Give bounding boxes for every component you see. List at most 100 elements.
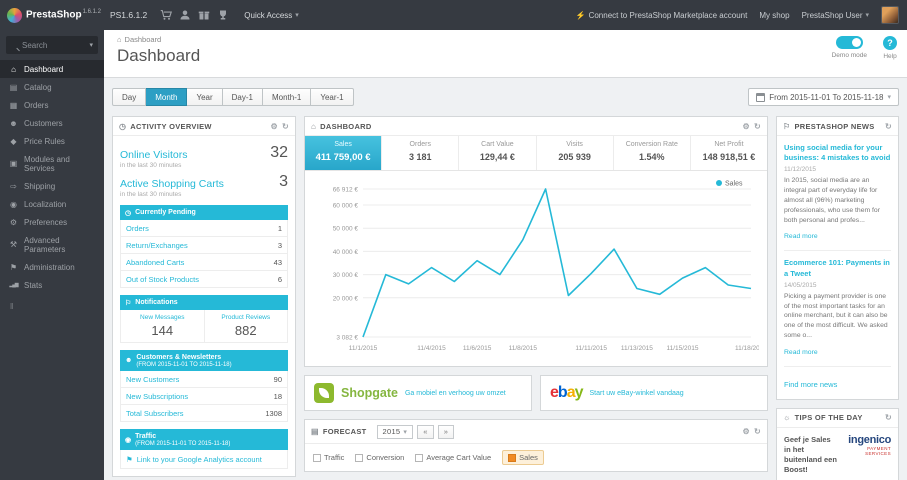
ebay-promo[interactable]: ebay Start uw eBay-winkel vandaag — [540, 375, 768, 411]
calendar-icon — [756, 92, 766, 102]
product-reviews-stat[interactable]: Product Reviews 882 — [203, 310, 288, 342]
forecast-legend-conversion[interactable]: Conversion — [355, 453, 404, 462]
shop-name-link[interactable]: PS1.6.1.2 — [110, 10, 147, 20]
read-more-link[interactable]: Read more — [784, 349, 818, 356]
svg-text:66 912 €: 66 912 € — [333, 187, 359, 194]
svg-text:11/8/2015: 11/8/2015 — [509, 345, 538, 352]
sidebar-item-modules[interactable]: ▣ Modules and Services — [0, 150, 104, 177]
shopgate-promo-link[interactable]: Ga mobiel en verhoog uw omzet — [405, 390, 506, 397]
notifications-header: ⚐ Notifications — [120, 295, 288, 310]
sidebar-item-label: Customers — [24, 118, 63, 128]
sidebar-item-shipping[interactable]: ⇨ Shipping — [0, 177, 104, 195]
kpi-orders[interactable]: Orders 3 181 — [382, 136, 460, 170]
forecast-prev-button[interactable]: « — [417, 424, 434, 439]
news-article-title[interactable]: Using social media for your business: 4 … — [784, 143, 891, 163]
kpi-conversion-rate[interactable]: Conversion Rate 1.54% — [614, 136, 691, 170]
forecast-legend-traffic[interactable]: Traffic — [313, 453, 344, 462]
sidebar-item-price-rules[interactable]: ◆ Price Rules — [0, 132, 104, 150]
kpi-sales[interactable]: Sales 411 759,00 € — [305, 136, 383, 170]
forecast-legend-average-cart-value[interactable]: Average Cart Value — [415, 453, 491, 462]
refresh-icon[interactable]: ↻ — [754, 122, 761, 131]
ebay-promo-link[interactable]: Start uw eBay-winkel vandaag — [590, 390, 684, 397]
gear-icon[interactable]: ⚙ — [743, 122, 750, 131]
user-menu[interactable]: PrestaShop User ▾ — [802, 11, 869, 20]
sidebar-item-customers[interactable]: ☻ Customers — [0, 114, 104, 132]
currently-pending-header: ◷ Currently Pending — [120, 205, 288, 220]
forecast-year-select[interactable]: 2015 ▾ — [376, 424, 414, 439]
refresh-icon[interactable]: ↻ — [885, 122, 892, 131]
range-button-day[interactable]: Day — [112, 88, 147, 106]
refresh-icon[interactable]: ↻ — [282, 122, 289, 131]
date-range-picker[interactable]: From 2015-11-01 To 2015-11-18 ▾ — [748, 88, 899, 106]
range-button-year-1[interactable]: Year-1 — [311, 88, 354, 106]
svg-text:50 000 €: 50 000 € — [333, 226, 359, 233]
pending-row-out-of-stock[interactable]: Out of Stock Products 6 — [120, 271, 288, 288]
user-avatar[interactable] — [881, 6, 899, 24]
sidebar-item-catalog[interactable]: ▤ Catalog — [0, 78, 104, 96]
sidebar-item-preferences[interactable]: ⚙ Preferences — [0, 213, 104, 231]
checkbox-icon — [508, 453, 517, 462]
sidebar-item-localization[interactable]: ◉ Localization — [0, 195, 104, 213]
refresh-icon[interactable]: ↻ — [885, 413, 892, 422]
sidebar-item-label: Catalog — [24, 82, 52, 92]
svg-text:11/15/2015: 11/15/2015 — [666, 345, 698, 352]
read-more-link[interactable]: Read more — [784, 233, 818, 240]
kpi-row: Sales 411 759,00 € Orders 3 181 Cart Value… — [305, 136, 767, 171]
row-label: Total Subscribers — [126, 408, 184, 418]
cart-icon[interactable] — [160, 9, 173, 21]
checkbox-icon — [415, 453, 424, 462]
marketplace-connect-link[interactable]: ⚡ Connect to PrestaShop Marketplace acco… — [576, 11, 748, 20]
customers-row-new-subscriptions[interactable]: New Subscriptions 18 — [120, 388, 288, 405]
customers-row-total-subscribers[interactable]: Total Subscribers 1308 — [120, 405, 288, 422]
range-button-day-1[interactable]: Day-1 — [222, 88, 263, 106]
sidebar-item-label: Preferences — [24, 217, 68, 227]
search-input[interactable] — [22, 40, 86, 50]
range-button-month[interactable]: Month — [146, 88, 188, 106]
news-article-title[interactable]: Ecommerce 101: Payments in a Tweet — [784, 258, 891, 278]
trophy-icon[interactable] — [217, 9, 229, 21]
shopgate-promo[interactable]: Shopgate Ga mobiel en verhoog uw omzet — [304, 375, 532, 411]
sidebar-item-orders[interactable]: ▦ Orders — [0, 96, 104, 114]
google-analytics-link[interactable]: ⚑ Link to your Google Analytics account — [120, 450, 288, 469]
sidebar-item-advanced-parameters[interactable]: ⚒ Advanced Parameters — [0, 231, 104, 258]
stat-label: Online Visitors — [120, 149, 188, 161]
panel-title: ACTIVITY OVERVIEW — [130, 121, 212, 131]
customers-row-new-customers[interactable]: New Customers 90 — [120, 371, 288, 388]
pending-row-orders[interactable]: Orders 1 — [120, 220, 288, 237]
stat-label: Active Shopping Carts — [120, 178, 224, 190]
page-header: ⌂ Dashboard Dashboard Demo mode ? Help — [104, 30, 907, 78]
prestashop-logo[interactable]: PrestaShop1.6.1.2 — [7, 7, 101, 23]
forecast-legend: Traffic Conversion Average Cart Value Sa… — [305, 444, 767, 471]
demo-mode-toggle[interactable] — [835, 36, 863, 49]
pending-row-abandoned-carts[interactable]: Abandoned Carts 43 — [120, 254, 288, 271]
gear-icon[interactable]: ⚙ — [743, 427, 750, 436]
sidebar-item-dashboard[interactable]: ⌂ Dashboard — [0, 60, 104, 78]
kpi-value: 3 181 — [408, 152, 432, 162]
customers-icon: ☻ — [9, 118, 18, 128]
forecast-next-button[interactable]: » — [437, 424, 455, 439]
pending-row-returns[interactable]: Return/Exchanges 3 — [120, 237, 288, 254]
sidebar-item-stats[interactable]: ▂▄▆ Stats — [0, 276, 104, 294]
kpi-net-profit[interactable]: Net Profit 148 918,51 € — [691, 136, 767, 170]
sidebar-item-administration[interactable]: ⚑ Administration — [0, 258, 104, 276]
refresh-icon[interactable]: ↻ — [754, 427, 761, 436]
gear-icon[interactable]: ⚙ — [271, 122, 278, 131]
forecast-legend-sales[interactable]: Sales — [502, 450, 544, 465]
my-shop-link[interactable]: My shop — [759, 11, 789, 20]
find-more-news-link[interactable]: Find more news — [784, 380, 837, 389]
chevron-down-icon: ▾ — [403, 428, 408, 436]
gear-icon: ⚙ — [9, 217, 18, 227]
sidebar-search[interactable]: ▾ — [6, 36, 98, 54]
customer-icon[interactable] — [179, 9, 191, 21]
sidebar-collapse-button[interactable]: ‖ — [0, 294, 104, 319]
kpi-visits[interactable]: Visits 205 939 — [537, 136, 614, 170]
gift-icon[interactable] — [198, 9, 210, 21]
new-messages-stat[interactable]: New Messages 144 — [121, 310, 204, 342]
kpi-cart-value[interactable]: Cart Value 129,44 € — [459, 136, 537, 170]
help-icon[interactable]: ? — [883, 36, 897, 50]
range-button-month-1[interactable]: Month-1 — [262, 88, 312, 106]
kpi-label: Orders — [409, 141, 431, 148]
range-button-year[interactable]: Year — [187, 88, 223, 106]
quick-access-dropdown[interactable]: Quick Access ▾ — [244, 11, 299, 20]
kpi-value: 411 759,00 € — [315, 152, 371, 163]
